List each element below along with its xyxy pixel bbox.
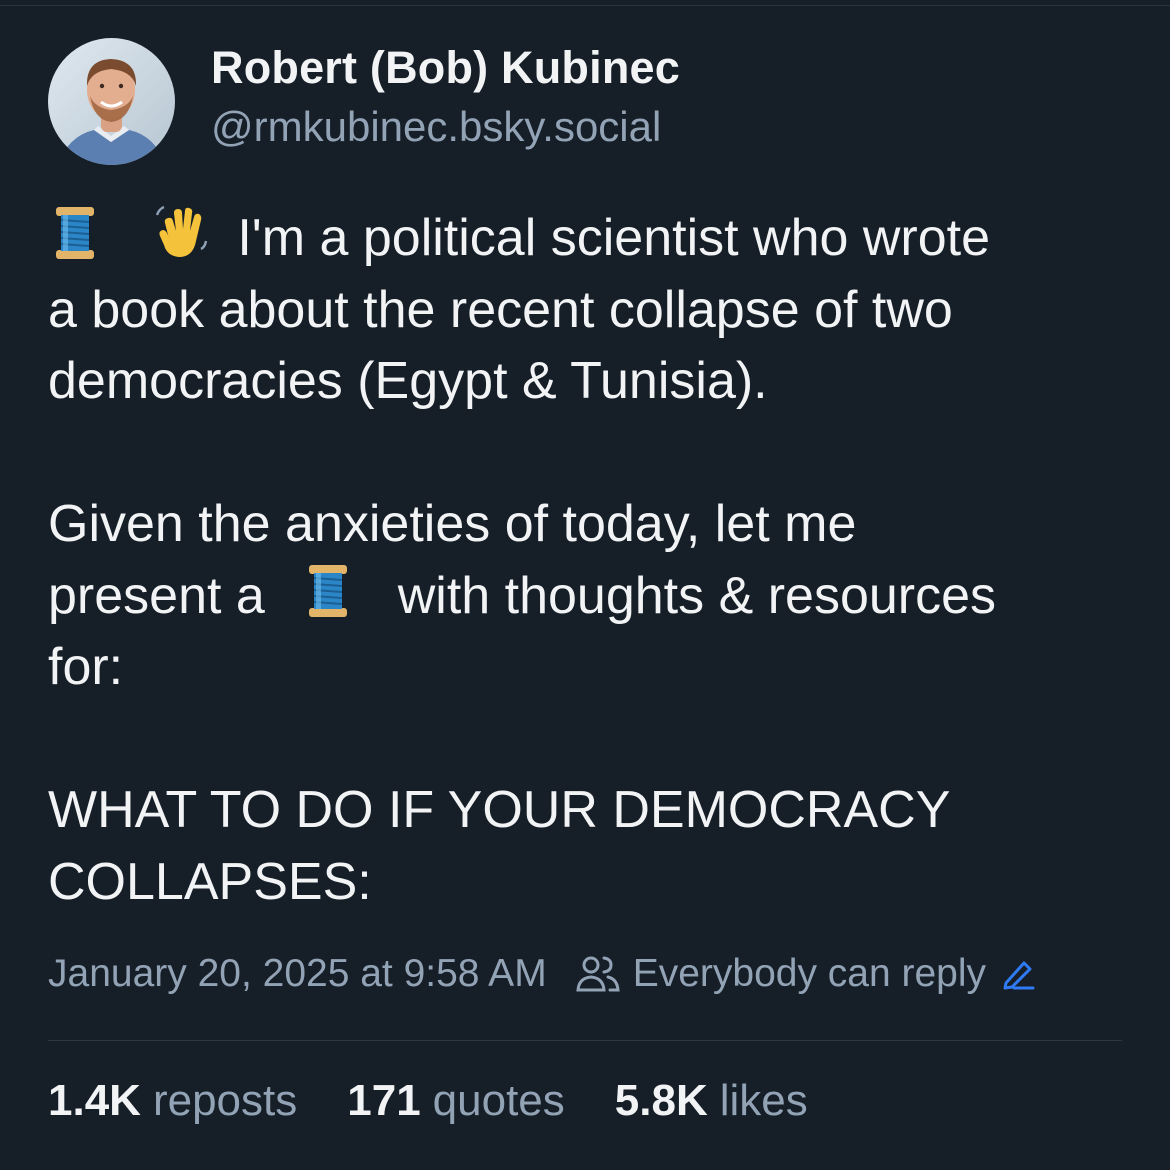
likes-label: likes: [719, 1076, 808, 1125]
people-icon[interactable]: [575, 953, 621, 995]
post-line-9: WHAT TO DO IF YOUR DEMOCRACY: [48, 781, 951, 839]
author-info[interactable]: Robert (Bob) Kubinec @rmkubinec.bsky.soc…: [211, 38, 680, 156]
reposts-count: 1.4K: [48, 1076, 141, 1125]
quotes-stat[interactable]: 171 quotes: [347, 1076, 565, 1126]
post-line-6-after: with thoughts & resources: [397, 566, 997, 625]
post-text: I'm a political scientist who wrote a bo…: [48, 203, 1128, 918]
post-line-6-before: present a: [48, 566, 265, 625]
post-line-2: a book about the recent collapse of two: [48, 280, 953, 339]
post-meta: January 20, 2025 at 9:58 AM Everybody ca…: [48, 952, 1036, 996]
pencil-icon[interactable]: [1000, 955, 1036, 993]
post-line-5: Given the anxieties of today, let me: [48, 495, 857, 553]
post-line-6: present a with thoughts & resources: [48, 561, 1128, 633]
spool-of-thread-emoji: [48, 203, 102, 263]
waving-hand-emoji: [155, 203, 209, 263]
top-border: [0, 0, 1170, 6]
divider: [48, 1040, 1122, 1041]
avatar[interactable]: [48, 38, 175, 165]
post-line-1: I'm a political scientist who wrote: [48, 203, 1128, 275]
engagement-stats: 1.4K reposts 171 quotes 5.8K likes: [48, 1076, 858, 1126]
reposts-stat[interactable]: 1.4K reposts: [48, 1076, 297, 1126]
reposts-label: reposts: [152, 1076, 298, 1125]
post-line-10: COLLAPSES:: [48, 852, 372, 911]
likes-stat[interactable]: 5.8K likes: [615, 1076, 808, 1126]
quotes-count: 171: [347, 1076, 421, 1125]
author-display-name[interactable]: Robert (Bob) Kubinec: [211, 38, 680, 98]
spool-of-thread-emoji: [301, 561, 355, 621]
post-line-7: for:: [48, 638, 124, 696]
author-handle[interactable]: @rmkubinec.bsky.social: [211, 98, 680, 156]
likes-count: 5.8K: [614, 1076, 708, 1125]
quotes-label: quotes: [432, 1076, 565, 1125]
post-line-3: democracies (Egypt & Tunisia).: [48, 352, 768, 410]
post-line-1-text: I'm a political scientist who wrote: [237, 209, 991, 267]
reply-setting-label[interactable]: Everybody can reply: [633, 952, 986, 996]
post-header: Robert (Bob) Kubinec @rmkubinec.bsky.soc…: [48, 38, 680, 165]
post-timestamp[interactable]: January 20, 2025 at 9:58 AM: [48, 952, 547, 996]
